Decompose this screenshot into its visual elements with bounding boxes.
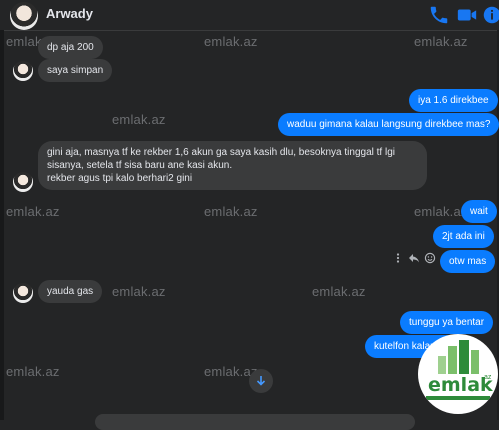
watermark: emlak.az (6, 204, 60, 219)
message-outgoing[interactable]: wait (461, 200, 497, 223)
watermark: emlak.az (414, 34, 468, 49)
react-icon[interactable] (424, 251, 436, 264)
message-line: rekber agus tpi kalo berhari2 gini (47, 173, 193, 184)
message-outgoing[interactable]: iya 1.6 direkbee (409, 89, 498, 112)
phone-icon[interactable] (428, 4, 450, 26)
watermark: emlak.az (112, 112, 166, 127)
message-incoming[interactable]: dp aja 200 (38, 36, 103, 59)
watermark: emlak.az (204, 34, 258, 49)
contact-name[interactable]: Arwady (46, 6, 93, 21)
contact-avatar[interactable] (10, 2, 38, 30)
logo-suffix: .az (482, 374, 492, 381)
watermark: emlak.az (6, 364, 60, 379)
reply-icon[interactable] (408, 251, 420, 263)
message-incoming-multiline[interactable]: gini aja, masnya tf ke rekber 1,6 akun g… (38, 141, 427, 190)
watermark: emlak.az (204, 204, 258, 219)
watermark: emlak.az (312, 284, 366, 299)
message-incoming[interactable]: yauda gas (38, 280, 103, 303)
message-composer[interactable] (95, 414, 415, 430)
arrow-down-icon (256, 376, 266, 386)
message-actions (392, 251, 436, 264)
contact-avatar-small[interactable] (13, 61, 33, 81)
watermark: emlak.az (112, 284, 166, 299)
contact-avatar-small[interactable] (13, 172, 33, 192)
emlak-watermark-logo: emlak .az (418, 334, 498, 414)
contact-avatar-small[interactable] (13, 283, 33, 303)
message-outgoing[interactable]: otw mas (440, 250, 496, 273)
message-outgoing[interactable]: tunggu ya bentar (400, 311, 494, 334)
message-line: gini aja, masnya tf ke rekber 1,6 akun g… (47, 147, 395, 158)
sidebar-edge (0, 30, 4, 420)
message-outgoing[interactable]: 2jt ada ini (433, 225, 494, 248)
scroll-to-bottom-button[interactable] (249, 369, 273, 393)
more-options-icon[interactable] (392, 251, 404, 263)
message-outgoing[interactable]: waduu gimana kalau langsung direkbee mas… (278, 113, 499, 136)
message-incoming[interactable]: saya simpan (38, 59, 113, 82)
watermark: emlak.az (414, 204, 468, 219)
video-call-icon[interactable] (456, 4, 478, 26)
chat-header: Arwady (0, 0, 499, 31)
info-icon[interactable] (481, 4, 499, 26)
message-line: sisanya, setela tf sisa baru ane kasi ak… (47, 160, 233, 171)
